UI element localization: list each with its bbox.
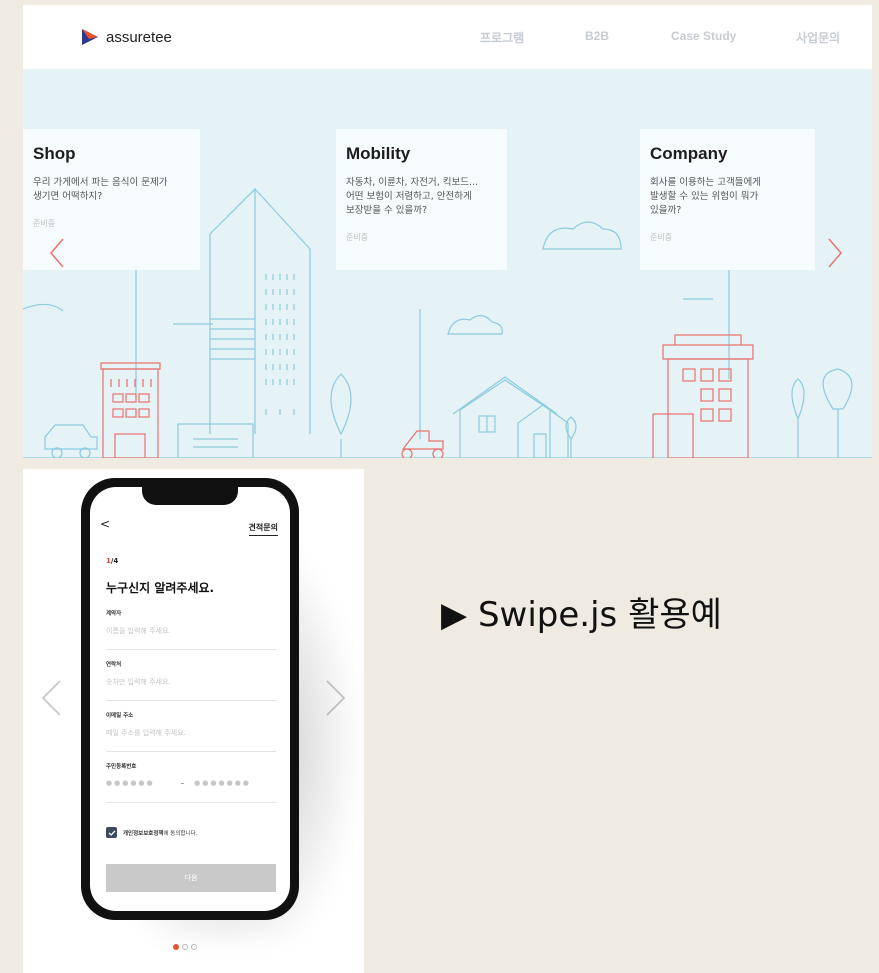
logo-mark-icon (82, 29, 98, 45)
card-description: 우리 가게에서 파는 음식이 문제가 생기면 어떡하지? (33, 177, 168, 202)
rrn-back-input[interactable]: ●●●●●●● (194, 779, 251, 787)
resident-number-field[interactable]: 주민등록번호 ●●●●●● – ●●●●●●● (106, 762, 276, 803)
agree-checkbox[interactable] (106, 827, 117, 838)
check-icon (108, 829, 115, 836)
rrn-inputs[interactable]: ●●●●●● – ●●●●●●● (106, 779, 276, 787)
card-description: 자동차, 이륜차, 자전거, 킥보드... 어떤 보험이 저렴하고, 안전하게 … (346, 177, 479, 216)
landing-page-screenshot: assuretee 프로그램 B2B Case Study 사업문의 Shop … (23, 5, 872, 458)
logo-text: assuretee (106, 28, 172, 46)
card-title: Company (650, 144, 728, 163)
carousel-dots (173, 944, 200, 950)
card-status: 준비중 (346, 233, 369, 242)
caption: ▶ Swipe.js 활용예 (441, 595, 722, 635)
rrn-dash: – (180, 779, 185, 787)
logo[interactable]: assuretee (80, 27, 172, 47)
card-status: 준비중 (650, 233, 673, 242)
next-button[interactable]: 다음 (106, 864, 276, 892)
field-label: 연락처 (106, 662, 122, 668)
email-field[interactable]: 이메일 주소 메일 주소를 입력해 주세요. (106, 711, 276, 752)
card-status: 준비중 (33, 219, 56, 228)
step-indicator: 1/4 (106, 557, 118, 565)
rrn-front-input[interactable]: ●●●●●● (106, 779, 155, 787)
agree-text-rest: 에 동의합니다. (163, 830, 198, 837)
privacy-policy-link[interactable]: 개인정보보호정책 (123, 831, 163, 837)
carousel-dot-active[interactable] (173, 944, 179, 950)
agree-text: 개인정보보호정책에 동의합니다. (123, 829, 197, 837)
phone-frame: < 견적문의 1/4 누구신지 알려주세요. 계약자 이름을 입력해 주세요. … (81, 478, 299, 920)
nav-item-b2b[interactable]: B2B (585, 29, 609, 43)
field-label: 이메일 주소 (106, 713, 134, 719)
form-title: 누구신지 알려주세요. (106, 581, 215, 595)
quote-inquiry-link[interactable]: 견적문의 (248, 522, 278, 536)
field-label: 계약자 (106, 611, 122, 617)
nav-item-contact[interactable]: 사업문의 (796, 29, 840, 46)
prev-slide-arrow-icon[interactable] (49, 238, 65, 268)
prev-slide-arrow-icon[interactable] (40, 680, 62, 716)
nav-item-case-study[interactable]: Case Study (671, 29, 736, 43)
back-button[interactable]: < (100, 517, 110, 531)
next-slide-arrow-icon[interactable] (827, 238, 843, 268)
mobile-form-screenshot: < 견적문의 1/4 누구신지 알려주세요. 계약자 이름을 입력해 주세요. … (23, 469, 364, 973)
nav-item-program[interactable]: 프로그램 (480, 29, 524, 46)
card-title: Mobility (346, 144, 411, 163)
phone-number-field[interactable]: 연락처 숫자만 입력해 주세요. (106, 660, 276, 701)
card-title: Shop (33, 144, 76, 163)
phone-screen: < 견적문의 1/4 누구신지 알려주세요. 계약자 이름을 입력해 주세요. … (90, 487, 290, 911)
privacy-agree-row[interactable]: 개인정보보호정책에 동의합니다. (106, 827, 197, 838)
card-description: 회사를 이용하는 고객들에게 발생할 수 있는 위험이 뭐가 있을까? (650, 177, 761, 216)
card-company[interactable]: Company 회사를 이용하는 고객들에게 발생할 수 있는 위험이 뭐가 있… (640, 129, 815, 270)
top-nav: assuretee 프로그램 B2B Case Study 사업문의 (23, 5, 872, 69)
carousel-dot[interactable] (182, 944, 188, 950)
phone-notch (142, 487, 238, 505)
step-total: /4 (110, 557, 119, 565)
carousel-dot[interactable] (191, 944, 197, 950)
contractor-field[interactable]: 계약자 이름을 입력해 주세요. (106, 609, 276, 650)
field-placeholder[interactable]: 숫자만 입력해 주세요. (106, 677, 276, 687)
field-placeholder[interactable]: 메일 주소를 입력해 주세요. (106, 728, 276, 738)
card-mobility[interactable]: Mobility 자동차, 이륜차, 자전거, 킥보드... 어떤 보험이 저렴… (336, 129, 507, 270)
field-placeholder[interactable]: 이름을 입력해 주세요. (106, 626, 276, 636)
field-label: 주민등록번호 (106, 764, 137, 770)
